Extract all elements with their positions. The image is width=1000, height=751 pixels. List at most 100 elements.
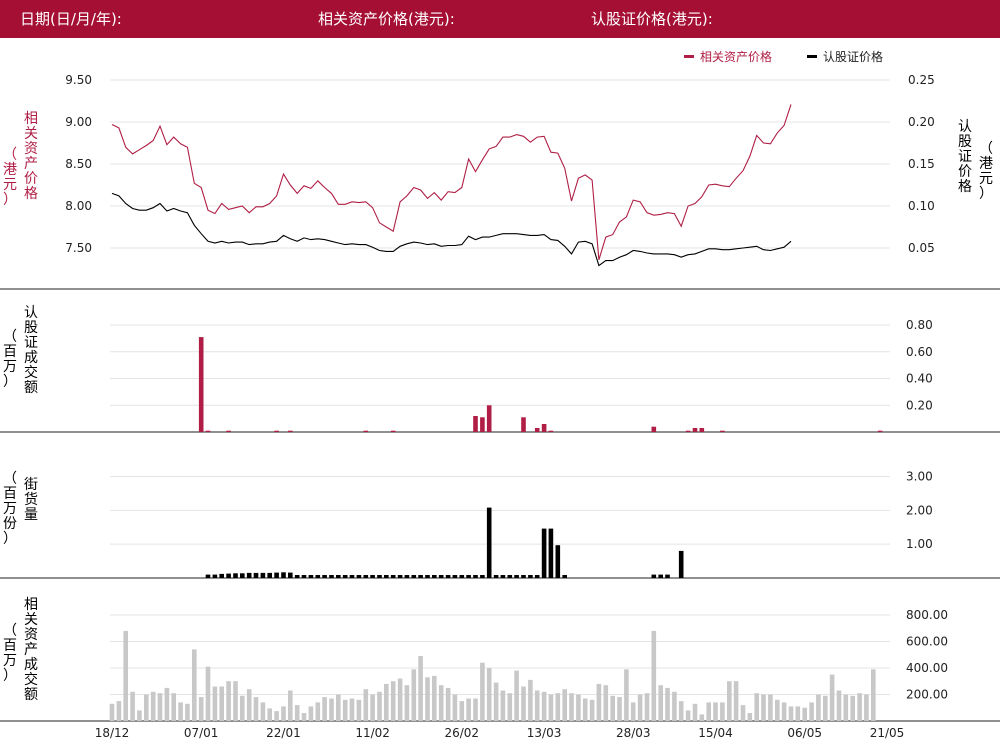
x-tick-label: 28/03 <box>616 726 651 740</box>
asset-turnover-bar <box>157 693 163 721</box>
asset-turnover-bar <box>144 694 149 721</box>
asset-turnover-bar <box>733 681 739 721</box>
asset-turnover-bar <box>219 686 224 721</box>
warrant-turnover-bar <box>473 416 478 432</box>
asset-turnover-bar <box>356 699 362 721</box>
asset-turnover-bar <box>308 706 314 721</box>
asset-turnover-bar <box>871 669 876 721</box>
asset-turnover-bar <box>233 681 238 721</box>
outstanding-bar <box>534 575 540 578</box>
asset-turnover-bar <box>384 683 389 721</box>
outstanding-bar <box>267 572 272 578</box>
x-tick-label: 15/04 <box>698 726 733 740</box>
asset-turnover-bar <box>534 690 540 721</box>
asset-turnover-bar <box>589 699 595 721</box>
asset-turnover-bar <box>569 693 574 721</box>
asset-turnover-bar <box>685 710 691 721</box>
outstanding-bar <box>438 575 444 578</box>
asset-turnover-bar <box>329 698 334 721</box>
outstanding-bar <box>301 575 307 578</box>
asset-turnover-bar <box>164 687 170 721</box>
outstanding-bar <box>260 572 266 578</box>
asset-turnover-bar <box>864 694 869 721</box>
asset-turnover-bar <box>836 690 842 721</box>
outstanding-bar <box>432 575 437 578</box>
right-axis-tick-label: 0.25 <box>908 73 935 87</box>
asset-turnover-bar <box>418 656 423 721</box>
asset-turnover-bar <box>480 662 485 721</box>
asset-turnover-bar <box>850 695 855 721</box>
left-axis-tick-label: 7.50 <box>65 241 92 255</box>
outstanding-bar <box>486 507 492 578</box>
asset-turnover-bar <box>521 686 526 721</box>
asset-turnover-bar <box>665 687 670 721</box>
asset-turnover-bar <box>548 694 554 721</box>
asset-turnover-bar <box>637 694 643 721</box>
outstanding-bar <box>425 575 430 578</box>
asset-turnover-bar <box>692 703 698 721</box>
outstanding-bar <box>466 575 471 578</box>
right-axis-tick-label: 0.10 <box>908 199 935 213</box>
asset-turnover-bar <box>596 683 602 721</box>
outstanding-bar <box>288 572 293 578</box>
asset-turnover-bar <box>212 686 218 721</box>
asset-turnover-bar <box>185 703 190 721</box>
asset-turnover-bar <box>788 706 794 721</box>
asset-turnover-bar <box>816 694 821 721</box>
outstanding-bar <box>281 572 286 579</box>
asset-turnover-bar <box>315 702 321 721</box>
outstanding-bar <box>240 573 245 578</box>
outstanding-bar <box>555 545 561 578</box>
warrant-turnover-tick-label: 0.80 <box>906 318 933 332</box>
asset-turnover-bar <box>802 707 807 721</box>
asset-turnover-bar <box>411 669 417 721</box>
asset-turnover-bar <box>363 689 369 721</box>
outstanding-tick-label: 1.00 <box>906 537 933 551</box>
outstanding-bar <box>658 574 663 578</box>
outstanding-bar <box>308 575 314 578</box>
warrant-turnover-tick-label: 0.20 <box>906 398 933 412</box>
outstanding-bar <box>514 575 519 578</box>
outstanding-tick-label: 3.00 <box>906 470 933 484</box>
warrant-turnover-bar <box>198 337 204 432</box>
left-axis-tick-label: 8.00 <box>65 199 92 213</box>
asset-turnover-bar <box>493 682 499 721</box>
warrant-turnover-bar <box>651 426 657 432</box>
asset-turnover-bar <box>178 702 183 721</box>
outstanding-bar <box>329 575 334 578</box>
asset-turnover-bar <box>301 713 307 721</box>
warrant-turnover-bar <box>205 430 211 432</box>
warrant-turnover-bar <box>692 428 698 432</box>
warrant-turnover-bar <box>390 430 396 432</box>
asset-turnover-bar <box>582 698 588 721</box>
right-axis-tick-label: 0.05 <box>908 241 935 255</box>
asset-turnover-bar <box>342 699 348 721</box>
asset-turnover-bar <box>576 694 581 721</box>
legend: 相关资产价格 认股证价格 <box>684 49 883 64</box>
asset-turnover-tick-label: 200.00 <box>906 687 948 701</box>
asset-turnover-bar <box>445 687 451 721</box>
asset-turnover-bar <box>795 706 801 721</box>
asset-turnover-bar <box>727 681 732 721</box>
asset-turnover-bar <box>205 666 211 721</box>
asset-turnover-bar <box>617 697 622 721</box>
asset-turnover-bar <box>809 702 814 721</box>
outstanding-bar <box>370 575 375 578</box>
outstanding-bar <box>356 575 362 578</box>
outstanding-bar <box>336 575 341 578</box>
asset-turnover-tick-label: 400.00 <box>906 661 948 675</box>
outstanding-bar <box>322 575 327 578</box>
outstanding-bar <box>493 575 499 578</box>
asset-turnover-bar <box>528 679 533 721</box>
asset-turnover-bar <box>651 630 657 721</box>
asset-turnover-bar <box>466 698 471 721</box>
outstanding-bar <box>274 572 279 578</box>
right-axis-tick-label: 0.15 <box>908 157 935 171</box>
outstanding-bar <box>205 574 211 578</box>
asset-turnover-bar <box>438 685 444 721</box>
outstanding-bar <box>473 575 478 578</box>
asset-turnover-bar <box>500 690 506 721</box>
legend-warrant-swatch <box>807 55 817 58</box>
asset-turnover-bar <box>404 685 410 721</box>
asset-turnover-bar <box>562 689 567 721</box>
